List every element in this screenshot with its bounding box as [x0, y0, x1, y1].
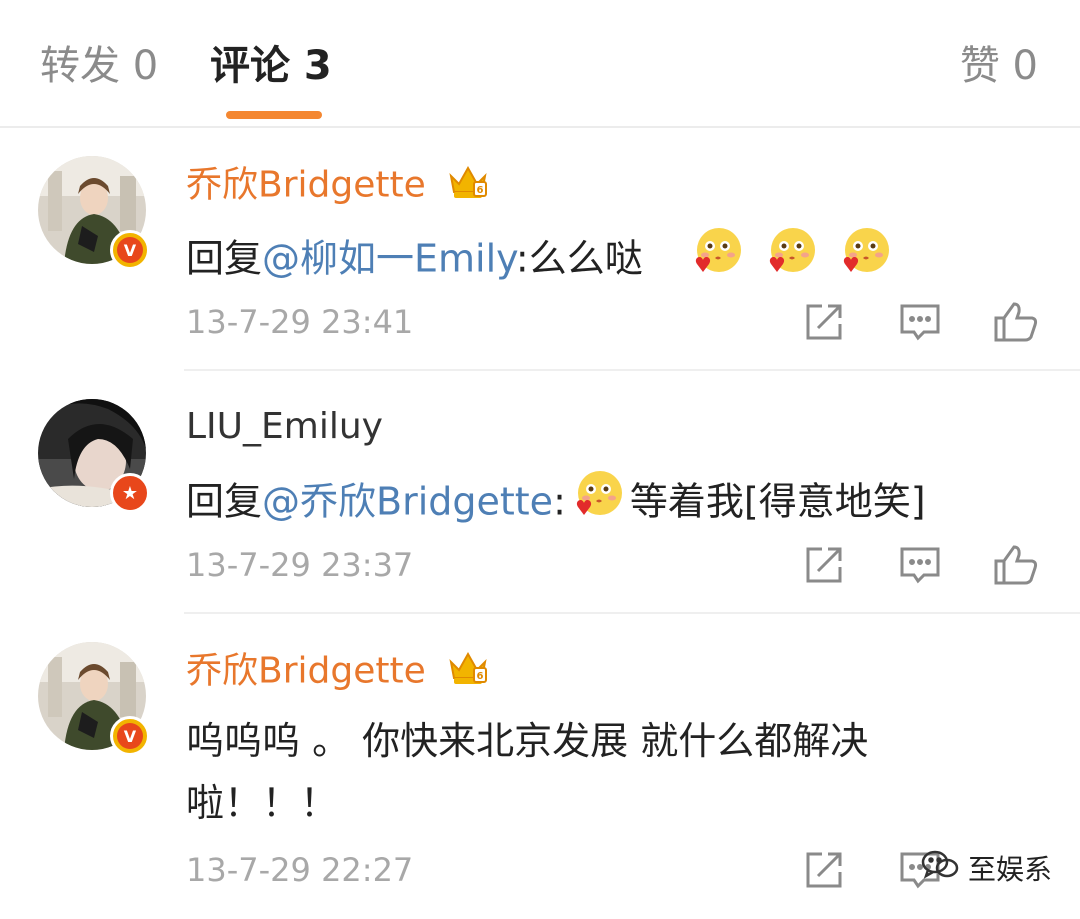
- vip-crown-icon: 6: [447, 648, 489, 697]
- comment-item: ★ LIU_Emiluy 回复@乔欣Bridgette: 等着我[得意地笑] 1…: [0, 371, 1080, 614]
- reply-prefix: 回复: [186, 479, 263, 524]
- comment-username[interactable]: 乔欣Bridgette 6: [186, 162, 489, 211]
- comment-timestamp: 13-7-29 23:41: [186, 303, 414, 341]
- username-text: 乔欣Bridgette: [186, 650, 426, 692]
- comment-text: 回复@柳如一Emily:么么哒: [186, 224, 893, 298]
- watermark: 至娱系: [920, 850, 1052, 890]
- share-icon[interactable]: [800, 846, 848, 894]
- comment-item: V 乔欣Bridgette 6 回复@柳如一Emily:么么哒 13-7-29 …: [0, 128, 1080, 371]
- watermark-text: 至娱系: [968, 853, 1053, 886]
- tab-repost[interactable]: 转发 0: [40, 38, 158, 94]
- comment-colon: :: [553, 479, 566, 524]
- comment-item: V 乔欣Bridgette 6 呜呜呜 。 你快来北京发展 就什么都解决 啦！！…: [0, 614, 1080, 919]
- tab-likes[interactable]: 赞 0: [960, 38, 1038, 94]
- share-icon[interactable]: [800, 298, 848, 346]
- comment-actions: [800, 541, 1040, 589]
- like-thumb-icon[interactable]: [992, 541, 1040, 589]
- comment-body: 等着我[得意地笑]: [629, 479, 926, 524]
- comment-timestamp: 13-7-29 23:37: [186, 546, 414, 584]
- svg-text:6: 6: [477, 671, 484, 682]
- comment-body-line: 啦！！！: [186, 781, 339, 825]
- comment-text: 回复@乔欣Bridgette: 等着我[得意地笑]: [186, 467, 926, 541]
- comments-page: 转发 0 评论 3 赞 0 V 乔欣Bridgette 6 回复@柳如一Emil…: [0, 0, 1080, 919]
- kiss-emoji-icon: [570, 467, 626, 541]
- mention-link[interactable]: @乔欣Bridgette: [262, 480, 553, 524]
- comment-username[interactable]: 乔欣Bridgette 6: [186, 648, 489, 697]
- comment-text: 呜呜呜 。 你快来北京发展 就什么都解决 啦！！！: [186, 710, 868, 834]
- share-icon[interactable]: [800, 541, 848, 589]
- vip-crown-icon: 6: [447, 162, 489, 211]
- reply-icon[interactable]: [896, 298, 944, 346]
- kiss-emoji-icon: [689, 224, 745, 298]
- comment-body-line: 呜呜呜 。 你快来北京发展 就什么都解决: [186, 719, 869, 763]
- username-text: 乔欣Bridgette: [186, 164, 426, 206]
- like-thumb-icon[interactable]: [992, 298, 1040, 346]
- verified-badge-icon: V: [110, 716, 150, 756]
- comment-actions: [800, 298, 1040, 346]
- reply-prefix: 回复: [186, 236, 263, 281]
- member-star-badge-icon: ★: [110, 473, 150, 513]
- mention-link[interactable]: @柳如一Emily: [262, 237, 516, 281]
- verified-badge-icon: V: [110, 230, 150, 270]
- svg-text:6: 6: [477, 185, 484, 196]
- tab-comments[interactable]: 评论 3: [210, 38, 332, 94]
- comment-timestamp: 13-7-29 22:27: [186, 851, 414, 889]
- tab-bar: 转发 0 评论 3 赞 0: [0, 0, 1080, 128]
- comment-username[interactable]: LIU_Emiluy: [186, 405, 383, 449]
- comment-body: :么么哒: [515, 236, 643, 281]
- wechat-logo-icon: [920, 848, 960, 893]
- active-tab-indicator: [226, 111, 322, 119]
- kiss-emoji-icon: [837, 224, 893, 298]
- kiss-emoji-icon: [763, 224, 819, 298]
- reply-icon[interactable]: [896, 541, 944, 589]
